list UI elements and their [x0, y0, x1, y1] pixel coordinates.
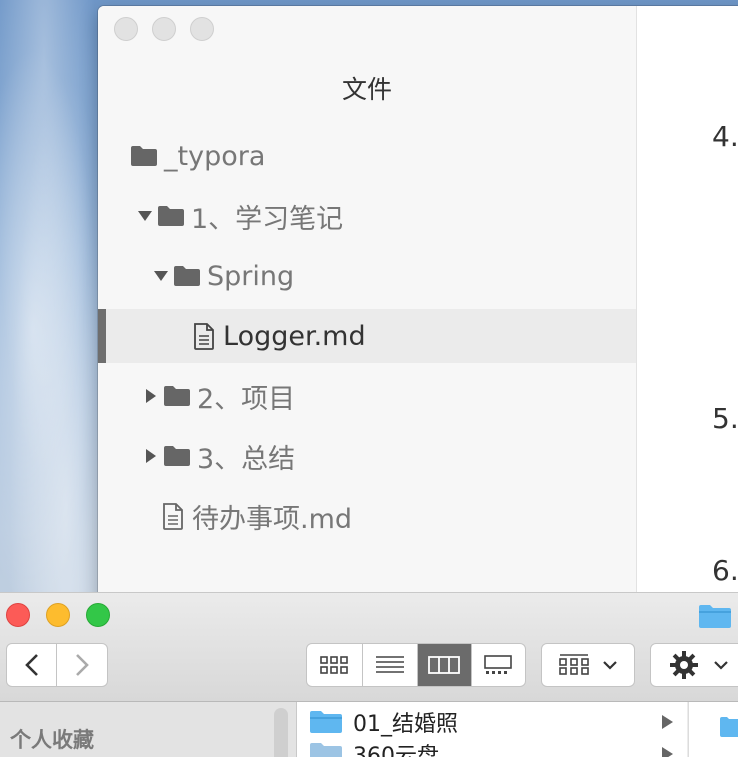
disclosure-arrow-icon — [662, 715, 673, 729]
tree-item-label: 2、项目 — [197, 383, 296, 415]
zoom-button[interactable] — [190, 17, 214, 41]
action-menu-button[interactable] — [650, 643, 738, 687]
icon-view-button[interactable] — [307, 644, 363, 686]
finder-sidebar: 个人收藏 — [0, 702, 297, 757]
tree-item-label: 1、学习笔记 — [191, 203, 344, 235]
arrange-grid-icon — [559, 654, 589, 675]
folder-icon — [174, 266, 200, 286]
sidebar-title: 文件 — [341, 75, 392, 104]
finder-toolbar — [0, 593, 738, 702]
chevron-down-icon — [603, 661, 617, 670]
item-label: 01_结婚照 — [353, 712, 458, 737]
tree-item-projects[interactable]: 2、项目 — [98, 369, 681, 423]
view-mode-segmented — [306, 643, 526, 687]
typora-window: 文件 _typora 1、学习笔记 Spring Logger.md 2、项目 — [98, 6, 738, 606]
favorites-heading: 个人收藏 — [10, 728, 94, 752]
gear-icon — [670, 651, 698, 679]
tree-item-typora[interactable]: _typora — [98, 129, 668, 183]
folder-icon — [164, 386, 190, 406]
list-view-button[interactable] — [363, 644, 418, 686]
close-button[interactable] — [114, 17, 138, 41]
minimize-button[interactable] — [152, 17, 176, 41]
grid-icon — [320, 656, 349, 674]
tree-item-label: Logger.md — [223, 320, 366, 352]
tree-item-todo-md[interactable]: 待办事项.md — [98, 489, 700, 543]
folder-icon — [131, 146, 157, 166]
nav-buttons — [6, 643, 108, 687]
chevron-down-icon — [714, 661, 728, 670]
tree-item-label: 待办事项.md — [192, 503, 353, 535]
chevron-right-icon — [76, 654, 89, 676]
back-button[interactable] — [7, 644, 58, 686]
tree-item-label: Spring — [207, 260, 295, 292]
list-item[interactable]: 01_结婚照 — [297, 706, 687, 738]
gallery-icon — [484, 655, 513, 674]
chevron-left-icon — [24, 654, 38, 676]
desktop-wallpaper — [0, 0, 110, 600]
list-item[interactable]: 360云盘 — [297, 738, 687, 757]
expand-arrow-icon[interactable] — [153, 271, 169, 281]
finder-column-list: 01_结婚照 360云盘 — [297, 702, 687, 757]
tree-item-label: _typora — [164, 140, 266, 172]
list-number: 6. — [712, 554, 738, 587]
list-number: 4. — [712, 120, 738, 153]
folder-icon — [699, 605, 731, 628]
list-icon — [375, 656, 404, 673]
minimize-button[interactable] — [46, 603, 70, 627]
tree-item-study-notes[interactable]: 1、学习笔记 — [98, 189, 675, 243]
document-icon — [194, 322, 214, 350]
close-button[interactable] — [6, 603, 30, 627]
forward-button[interactable] — [57, 644, 107, 686]
expand-arrow-icon[interactable] — [137, 211, 153, 221]
columns-icon — [428, 656, 461, 674]
sidebar-scrollbar[interactable] — [274, 708, 288, 757]
zoom-button[interactable] — [86, 603, 110, 627]
folder-icon — [310, 711, 342, 733]
folder-icon — [720, 717, 738, 737]
tree-item-label: 3、总结 — [197, 443, 296, 475]
arrange-dropdown[interactable] — [541, 643, 635, 687]
item-label: 360云盘 — [353, 744, 439, 757]
finder-window: 个人收藏 01_结婚照 360云盘 — [0, 592, 738, 757]
window-controls-inactive — [114, 17, 214, 41]
window-controls — [6, 603, 110, 627]
cloud-folder-icon — [310, 743, 342, 757]
editor-pane[interactable]: 4. 5. 6. — [637, 6, 738, 606]
gallery-view-button[interactable] — [472, 644, 525, 686]
folder-icon — [164, 446, 190, 466]
finder-next-column — [688, 702, 738, 757]
tree-item-spring[interactable]: Spring — [98, 249, 691, 303]
column-view-button[interactable] — [418, 644, 472, 686]
tree-item-summary[interactable]: 3、总结 — [98, 429, 681, 483]
file-tree-sidebar: 文件 _typora 1、学习笔记 Spring Logger.md 2、项目 — [98, 6, 731, 606]
list-number: 5. — [712, 402, 738, 435]
document-icon — [163, 502, 183, 530]
collapse-arrow-icon[interactable] — [143, 389, 159, 403]
folder-icon — [158, 206, 184, 226]
collapse-arrow-icon[interactable] — [143, 449, 159, 463]
